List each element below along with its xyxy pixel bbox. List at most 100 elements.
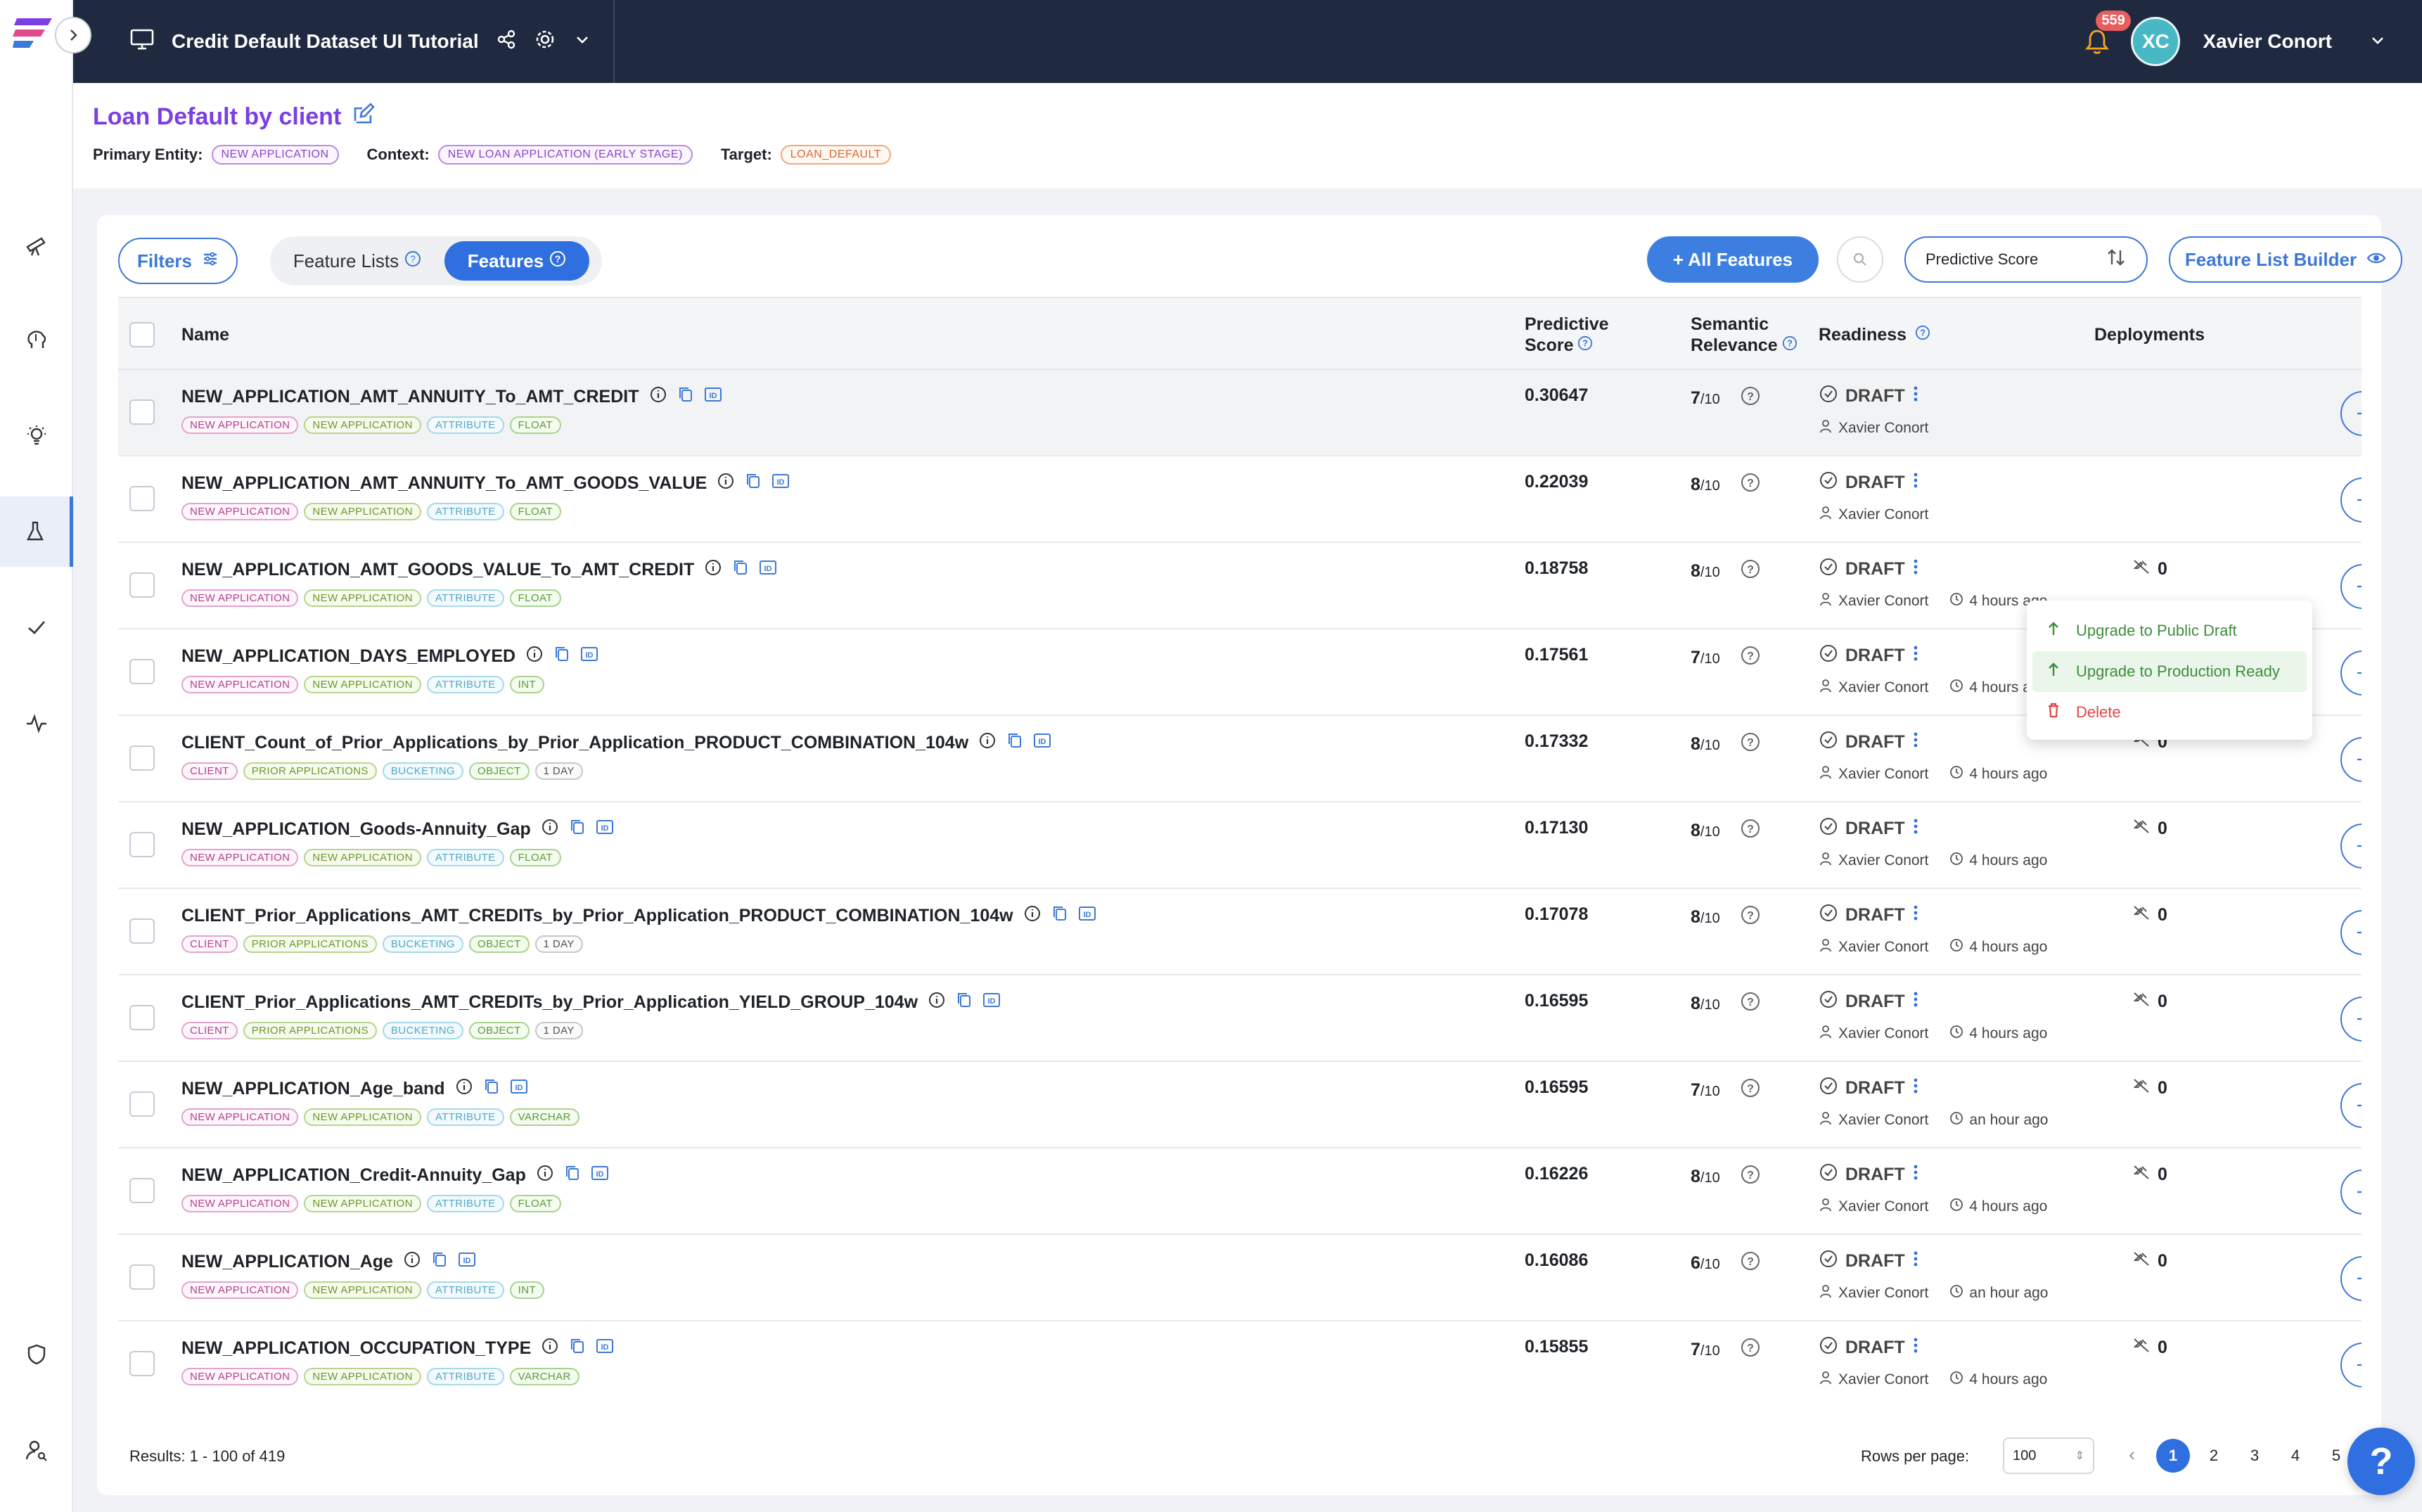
- add-to-list-button[interactable]: [2340, 651, 2362, 696]
- help-circle-icon[interactable]: ?: [1740, 818, 1761, 844]
- notifications-bell-icon[interactable]: 559: [2082, 11, 2131, 57]
- add-to-list-button[interactable]: [2340, 391, 2362, 436]
- help-button[interactable]: ?: [2347, 1428, 2415, 1495]
- more-vertical-icon[interactable]: [1912, 1162, 1919, 1187]
- feature-list-builder-button[interactable]: Feature List Builder: [2169, 236, 2402, 283]
- more-vertical-icon[interactable]: [1912, 816, 1919, 841]
- table-row[interactable]: NEW_APPLICATION_Credit-Annuity_Gap ID NE…: [118, 1148, 2362, 1235]
- feature-name[interactable]: NEW_APPLICATION_Age: [181, 1252, 393, 1272]
- help-circle-icon[interactable]: ?: [1740, 991, 1761, 1017]
- table-row[interactable]: CLIENT_Prior_Applications_AMT_CREDITs_by…: [118, 975, 2362, 1062]
- table-row[interactable]: CLIENT_Count_of_Prior_Applications_by_Pr…: [118, 716, 2362, 802]
- feature-name[interactable]: NEW_APPLICATION_Credit-Annuity_Gap: [181, 1165, 526, 1186]
- row-checkbox[interactable]: [129, 1005, 155, 1030]
- row-checkbox[interactable]: [129, 745, 155, 771]
- add-to-list-button[interactable]: [2340, 737, 2362, 782]
- table-row[interactable]: NEW_APPLICATION_DAYS_EMPLOYED ID NEW APP…: [118, 629, 2362, 716]
- search-button[interactable]: [1837, 236, 1883, 283]
- add-to-list-button[interactable]: [2340, 997, 2362, 1042]
- tab-features[interactable]: Features ?: [444, 241, 589, 281]
- feature-name[interactable]: NEW_APPLICATION_Goods-Annuity_Gap: [181, 819, 531, 840]
- edit-icon[interactable]: [352, 103, 376, 132]
- copy-icon[interactable]: [564, 1164, 581, 1187]
- id-icon[interactable]: ID: [771, 473, 790, 494]
- menu-delete[interactable]: Delete: [2032, 692, 2307, 733]
- row-checkbox[interactable]: [129, 659, 155, 684]
- app-logo[interactable]: [13, 15, 55, 52]
- chevron-down-icon[interactable]: [573, 30, 591, 53]
- id-icon[interactable]: ID: [759, 559, 777, 581]
- row-checkbox[interactable]: [129, 572, 155, 598]
- check-icon[interactable]: [0, 592, 73, 662]
- col-predictive-score[interactable]: Predictive Score?: [1525, 298, 1609, 371]
- row-checkbox[interactable]: [129, 399, 155, 425]
- copy-icon[interactable]: [956, 991, 973, 1014]
- info-icon[interactable]: [704, 558, 722, 582]
- help-circle-icon[interactable]: ?: [1740, 558, 1761, 584]
- info-icon[interactable]: [978, 731, 997, 755]
- help-circle-icon[interactable]: ?: [1740, 1337, 1761, 1363]
- telescope-icon[interactable]: [0, 210, 73, 280]
- more-vertical-icon[interactable]: [1912, 643, 1919, 668]
- feature-name[interactable]: NEW_APPLICATION_Age_band: [181, 1079, 445, 1099]
- col-semantic-relevance[interactable]: Semantic Relevance?: [1691, 298, 1798, 371]
- id-icon[interactable]: ID: [580, 646, 598, 667]
- user-avatar[interactable]: XC: [2131, 17, 2181, 66]
- id-icon[interactable]: ID: [982, 992, 1001, 1013]
- help-circle-icon[interactable]: ?: [1740, 645, 1761, 671]
- sort-arrows-icon[interactable]: [2106, 248, 2127, 271]
- help-circle-icon[interactable]: ?: [1782, 335, 1798, 356]
- info-icon[interactable]: [649, 385, 667, 409]
- page-button[interactable]: 2: [2197, 1439, 2231, 1473]
- col-deployments[interactable]: Deployments: [2094, 298, 2205, 371]
- help-circle-icon[interactable]: ?: [1740, 731, 1761, 757]
- info-icon[interactable]: [525, 645, 544, 668]
- table-row[interactable]: NEW_APPLICATION_Goods-Annuity_Gap ID NEW…: [118, 802, 2362, 889]
- id-icon[interactable]: ID: [458, 1251, 476, 1273]
- feature-name[interactable]: CLIENT_Prior_Applications_AMT_CREDITs_by…: [181, 992, 918, 1013]
- info-icon[interactable]: [403, 1250, 421, 1274]
- user-name[interactable]: Xavier Conort: [2203, 30, 2332, 53]
- col-name[interactable]: Name: [181, 298, 229, 371]
- copy-icon[interactable]: [1051, 904, 1068, 928]
- all-features-button[interactable]: + All Features: [1647, 236, 1819, 283]
- more-vertical-icon[interactable]: [1912, 470, 1919, 495]
- feature-name[interactable]: NEW_APPLICATION_OCCUPATION_TYPE: [181, 1338, 531, 1359]
- copy-icon[interactable]: [677, 385, 694, 409]
- activity-icon[interactable]: [0, 688, 73, 758]
- menu-upgrade-production-ready[interactable]: Upgrade to Production Ready: [2032, 651, 2307, 692]
- copy-icon[interactable]: [732, 558, 749, 582]
- add-to-list-button[interactable]: [2340, 1256, 2362, 1301]
- more-vertical-icon[interactable]: [1912, 730, 1919, 755]
- id-icon[interactable]: ID: [704, 386, 722, 408]
- help-circle-icon[interactable]: ?: [1740, 472, 1761, 498]
- rows-per-page-select[interactable]: 100 ⇕: [2003, 1437, 2094, 1474]
- prev-page-button[interactable]: [2115, 1439, 2149, 1473]
- info-icon[interactable]: [541, 818, 559, 841]
- id-icon[interactable]: ID: [510, 1078, 528, 1100]
- add-to-list-button[interactable]: [2340, 478, 2362, 523]
- page-button[interactable]: 1: [2156, 1439, 2190, 1473]
- row-checkbox[interactable]: [129, 1091, 155, 1117]
- feature-name[interactable]: NEW_APPLICATION_AMT_ANNUITY_To_AMT_CREDI…: [181, 387, 639, 407]
- table-row[interactable]: NEW_APPLICATION_Age_band ID NEW APPLICAT…: [118, 1062, 2362, 1148]
- feature-name[interactable]: CLIENT_Prior_Applications_AMT_CREDITs_by…: [181, 906, 1013, 926]
- copy-icon[interactable]: [569, 818, 586, 841]
- row-checkbox[interactable]: [129, 1264, 155, 1290]
- catalog-title[interactable]: Credit Default Dataset UI Tutorial: [172, 30, 479, 53]
- page-button[interactable]: 4: [2279, 1439, 2312, 1473]
- col-readiness[interactable]: Readiness ?: [1819, 298, 1930, 371]
- row-checkbox[interactable]: [129, 832, 155, 857]
- help-circle-icon[interactable]: ?: [1740, 1250, 1761, 1276]
- copy-icon[interactable]: [431, 1250, 448, 1274]
- id-icon[interactable]: ID: [1078, 905, 1096, 927]
- more-vertical-icon[interactable]: [1912, 903, 1919, 928]
- sort-by-select[interactable]: Predictive Score: [1904, 236, 2148, 283]
- lightbulb-icon[interactable]: [0, 401, 73, 471]
- add-to-list-button[interactable]: [2340, 1083, 2362, 1128]
- table-row[interactable]: CLIENT_Prior_Applications_AMT_CREDITs_by…: [118, 889, 2362, 975]
- user-search-icon[interactable]: [0, 1415, 73, 1485]
- brain-icon[interactable]: [0, 305, 73, 376]
- more-vertical-icon[interactable]: [1912, 1335, 1919, 1360]
- add-to-list-button[interactable]: [2340, 910, 2362, 955]
